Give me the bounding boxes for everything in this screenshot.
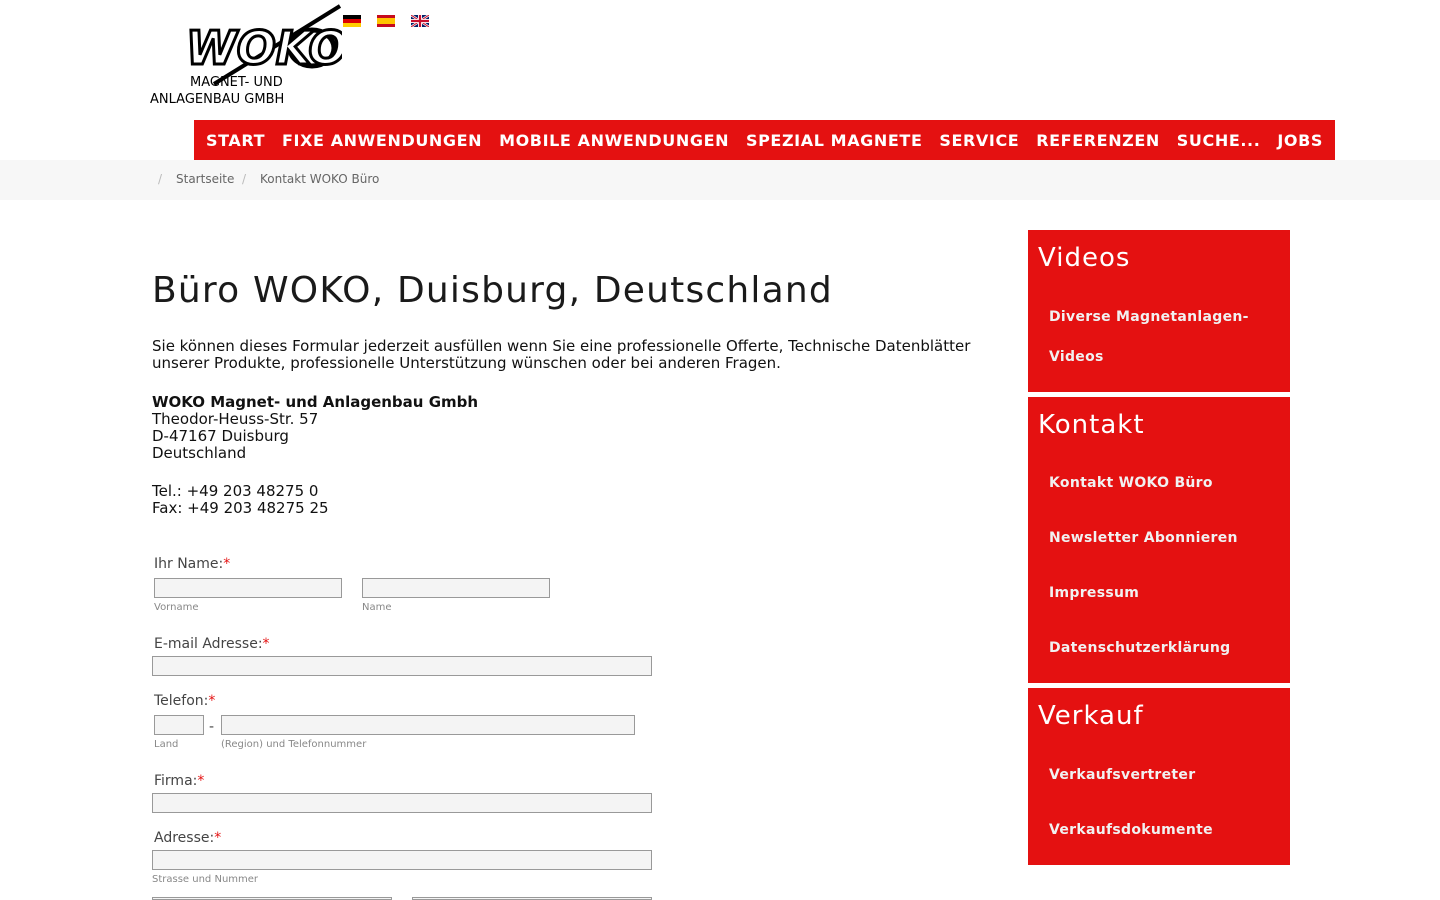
breadcrumb-separator: / [242, 172, 247, 186]
firstname-hint: Vorname [154, 602, 199, 613]
breadcrumb-separator: / [158, 172, 163, 186]
videos-link-line2[interactable]: Videos [1049, 337, 1104, 377]
woko-logo-graphic: WOKO MAGNET- UND ANLAGENBAU GMBH [150, 4, 349, 107]
kontakt-link-datenschutz[interactable]: Datenschutzerklärung [1049, 628, 1230, 668]
street-hint: Strasse und Nummer [152, 874, 259, 885]
nav-service[interactable]: SERVICE [939, 131, 1019, 150]
name-label: Ihr Name:* [154, 556, 231, 572]
company-city: D-47167 Duisburg [152, 427, 289, 445]
nav-mobile-anwendungen[interactable]: MOBILE ANWENDUNGEN [499, 131, 729, 150]
nav-referenzen[interactable]: REFERENZEN [1036, 131, 1160, 150]
main-navigation: START FIXE ANWENDUNGEN MOBILE ANWENDUNGE… [194, 120, 1335, 160]
kontakt-panel: Kontakt Kontakt WOKO Büro Newsletter Abo… [1028, 397, 1290, 683]
lastname-input[interactable] [362, 578, 550, 598]
contact-numbers: Tel.: +49 203 48275 0 Fax: +49 203 48275… [152, 483, 329, 517]
phone-number-hint: (Region) und Telefonnummer [221, 739, 367, 750]
company-address: WOKO Magnet- und Anlagenbau Gmbh Theodor… [152, 394, 478, 462]
kontakt-link-newsletter[interactable]: Newsletter Abonnieren [1049, 518, 1238, 558]
phone-dash: - [209, 719, 215, 735]
spanish-flag-icon[interactable] [377, 15, 395, 27]
kontakt-link-buero[interactable]: Kontakt WOKO Büro [1049, 463, 1213, 503]
woko-logo[interactable]: WOKO MAGNET- UND ANLAGENBAU GMBH [150, 4, 349, 108]
lastname-hint: Name [362, 602, 392, 613]
logo-subline-2: ANLAGENBAU GMBH [150, 92, 284, 107]
email-input[interactable] [152, 656, 652, 676]
phone-number: Tel.: +49 203 48275 0 [152, 482, 319, 500]
company-label: Firma:* [154, 773, 205, 789]
phone-country-input[interactable] [154, 715, 204, 735]
breadcrumb-home[interactable]: Startseite [176, 172, 234, 186]
videos-link-line1[interactable]: Diverse Magnetanlagen- [1049, 297, 1249, 337]
required-mark: * [214, 830, 222, 846]
german-flag-icon[interactable] [343, 15, 361, 27]
logo-wordmark: WOKO [186, 21, 342, 75]
company-street: Theodor-Heuss-Str. 57 [152, 410, 319, 428]
nav-start[interactable]: START [206, 131, 265, 150]
verkauf-link-dokumente[interactable]: Verkaufsdokumente [1049, 810, 1213, 850]
nav-spezial-magnete[interactable]: SPEZIAL MAGNETE [746, 131, 922, 150]
company-input[interactable] [152, 793, 652, 813]
verkauf-title: Verkauf [1038, 701, 1144, 731]
firstname-input[interactable] [154, 578, 342, 598]
breadcrumb-current: Kontakt WOKO Büro [260, 172, 380, 186]
address-label: Adresse:* [154, 830, 222, 846]
required-mark: * [262, 636, 270, 652]
company-name: WOKO Magnet- und Anlagenbau Gmbh [152, 393, 479, 411]
email-label: E-mail Adresse:* [154, 636, 270, 652]
nav-fixe-anwendungen[interactable]: FIXE ANWENDUNGEN [282, 131, 482, 150]
page-title: Büro WOKO, Duisburg, Deutschland [152, 270, 833, 311]
phone-number-input[interactable] [221, 715, 635, 735]
kontakt-title: Kontakt [1038, 410, 1145, 440]
kontakt-link-impressum[interactable]: Impressum [1049, 573, 1139, 613]
fax-number: Fax: +49 203 48275 25 [152, 499, 329, 517]
nav-suche[interactable]: SUCHE... [1177, 131, 1261, 150]
required-mark: * [223, 556, 231, 572]
street-input[interactable] [152, 850, 652, 870]
phone-label: Telefon:* [154, 693, 216, 709]
uk-flag-icon[interactable] [411, 15, 429, 27]
language-switcher [343, 15, 429, 27]
logo-subline-1: MAGNET- UND [190, 75, 283, 90]
verkauf-link-vertreter[interactable]: Verkaufsvertreter [1049, 755, 1195, 795]
videos-panel: Videos Diverse Magnetanlagen- Videos [1028, 230, 1290, 392]
verkauf-panel: Verkauf Verkaufsvertreter Verkaufsdokume… [1028, 688, 1290, 865]
phone-country-hint: Land [154, 739, 179, 750]
required-mark: * [208, 693, 216, 709]
required-mark: * [197, 773, 205, 789]
intro-text: Sie können dieses Formular jederzeit aus… [152, 337, 971, 372]
videos-title: Videos [1038, 243, 1131, 273]
company-country: Deutschland [152, 444, 247, 462]
nav-jobs[interactable]: JOBS [1277, 131, 1323, 150]
